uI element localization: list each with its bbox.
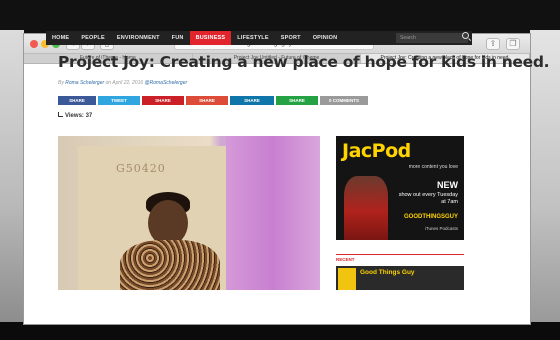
tabs-icon[interactable]: ❐ [506, 38, 520, 50]
sidebar-ad-banner[interactable]: JacPod more content you love NEW show ou… [336, 136, 464, 240]
search-icon[interactable] [462, 32, 469, 39]
site-navigation: HOME PEOPLE ENVIRONMENT FUN BUSINESS LIF… [46, 31, 472, 45]
article-title: Project Joy: Creating a new place of hop… [58, 53, 550, 71]
monitor-bezel [0, 322, 560, 340]
hero-wall-text: G50420 [116, 162, 166, 175]
sidebar-section-heading: RECENT [336, 254, 464, 262]
comments-button[interactable]: 0 COMMENTS [320, 96, 368, 105]
close-window-button[interactable] [30, 40, 38, 48]
nav-item-sport[interactable]: SPORT [275, 31, 307, 45]
article-byline: By Roma Schelerger on April 22, 2016 @Ro… [58, 80, 187, 86]
background-photo-right [530, 30, 560, 322]
nav-item-lifestyle[interactable]: LIFESTYLE [231, 31, 274, 45]
ad-person-image [344, 176, 388, 240]
facebook-share-button[interactable]: SHARE [58, 96, 96, 105]
nav-item-fun[interactable]: FUN [166, 31, 190, 45]
nav-item-people[interactable]: PEOPLE [75, 31, 111, 45]
share-buttons: SHARE TWEET SHARE SHARE SHARE SHARE 0 CO… [58, 96, 368, 105]
article-hero-image: G50420 [58, 136, 320, 290]
linkedin-share-button[interactable]: SHARE [230, 96, 274, 105]
background-photo-left [0, 30, 24, 322]
views-label: Views: 37 [65, 113, 93, 119]
search-input[interactable]: Search [396, 33, 468, 43]
ad-store-badges: iTunes Podcasts [424, 226, 458, 231]
sidebar-card-thumbnail [338, 268, 356, 290]
byline-prefix: By [58, 80, 64, 86]
ad-tagline: more content you love [408, 164, 458, 170]
nav-item-environment[interactable]: ENVIRONMENT [111, 31, 166, 45]
google-plus-share-button[interactable]: SHARE [186, 96, 228, 105]
pinterest-share-button[interactable]: SHARE [142, 96, 184, 105]
share-icon[interactable]: ⇪ [486, 38, 500, 50]
twitter-handle-link[interactable]: @RomaSchelerger [145, 80, 188, 86]
ad-brand: GOODTHINGSGUY [403, 214, 458, 220]
sidebar-card[interactable]: Good Things Guy [336, 266, 464, 290]
ad-logo: JacPod [342, 140, 411, 162]
ad-headline: NEW [437, 180, 458, 190]
sidebar-card-title: Good Things Guy [360, 269, 415, 276]
nav-item-home[interactable]: HOME [46, 31, 75, 45]
author-link[interactable]: Roma Schelerger [65, 80, 104, 86]
bar-chart-icon [58, 112, 63, 117]
byline-date: on April 22, 2016 [105, 80, 144, 86]
twitter-share-button[interactable]: TWEET [98, 96, 140, 105]
nav-item-business[interactable]: BUSINESS [189, 31, 232, 45]
hero-pink-door [226, 136, 320, 290]
whatsapp-share-button[interactable]: SHARE [276, 96, 318, 105]
nav-item-opinion[interactable]: OPINION [307, 31, 344, 45]
ad-schedule: show out every Tuesday at 7am [398, 192, 458, 205]
views-counter: Views: 37 [58, 112, 92, 119]
hero-person-body [120, 240, 220, 290]
